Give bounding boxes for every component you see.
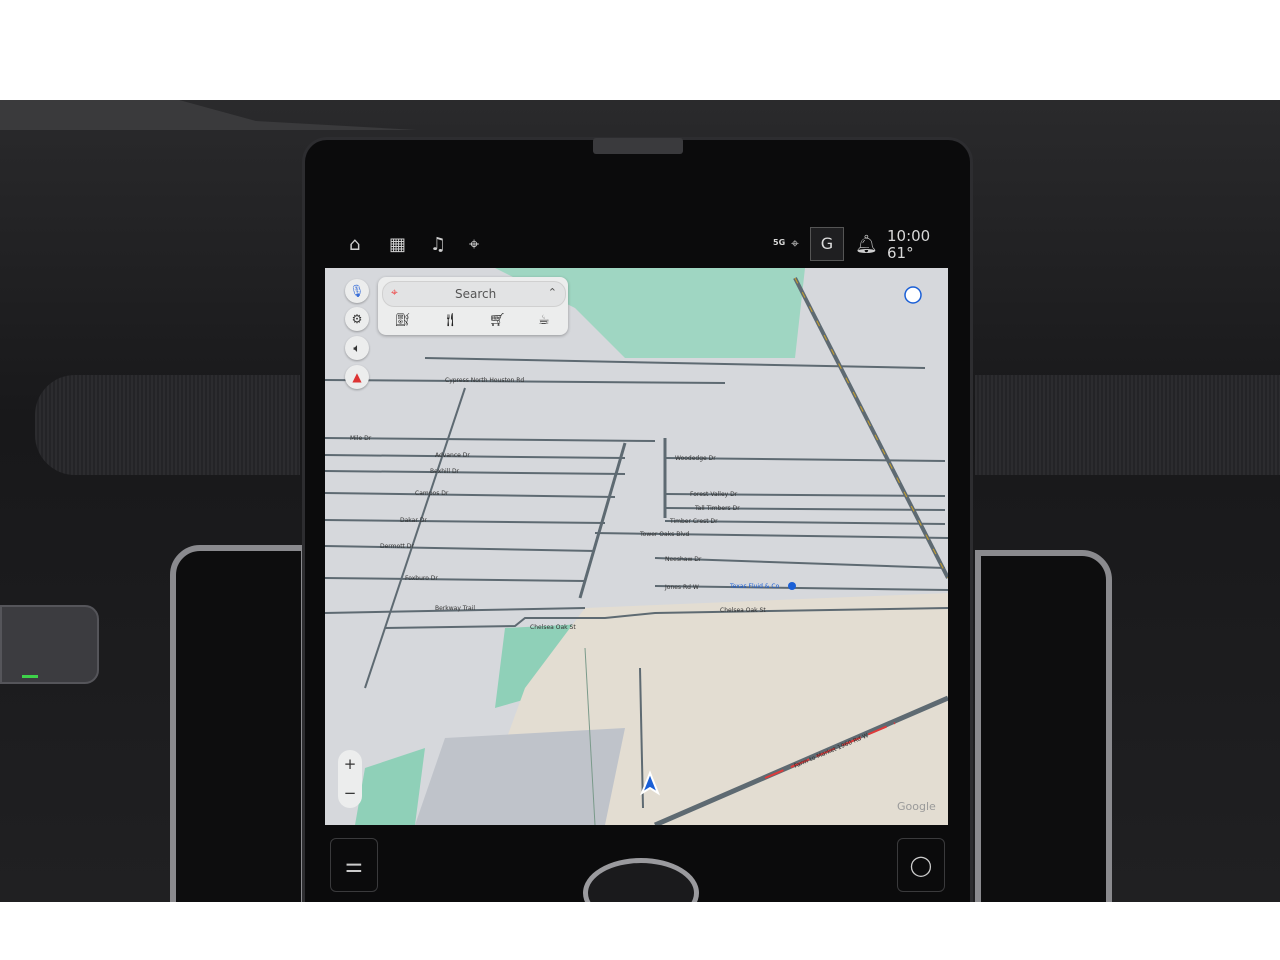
status-bar: ⌂ ▦ ♫ ⌖ 5G ⌖ G 🔔︎ 10:00 61°	[335, 222, 942, 268]
air-vent-left[interactable]	[170, 545, 307, 912]
google-maps-pin-icon: ⌖	[391, 285, 398, 299]
street-label: Advance Dr	[435, 452, 470, 459]
street-label: Tower Oaks Blvd	[639, 531, 690, 538]
microphone-icon[interactable]: 🎙︎	[345, 279, 369, 303]
engine-start-button[interactable]	[0, 605, 99, 684]
street-label: Tall Timbers Dr	[694, 505, 740, 512]
settings-icon[interactable]: ⚙	[345, 307, 369, 331]
home-icon[interactable]: ⌂	[349, 234, 360, 255]
volume-icon[interactable]: 🔈︎	[345, 336, 369, 360]
location-pin-icon[interactable]: ⌖	[469, 234, 479, 255]
google-watermark: Google	[897, 800, 936, 813]
no-parking-icon[interactable]	[904, 286, 922, 304]
gas-station-icon[interactable]: ⛽︎	[394, 313, 411, 328]
street-label: Chelsea Oak St	[720, 607, 766, 614]
apps-grid-icon[interactable]: ▦	[389, 234, 406, 255]
temperature: 61°	[887, 244, 914, 262]
street-label: Bexhill Dr	[430, 468, 460, 475]
collapse-chevron-icon[interactable]: ⌃	[548, 286, 557, 299]
street-label: Foxburo Dr	[405, 575, 438, 582]
search-panel: ⌖ Search ⌃ ⛽︎ 🍴︎ 🛒︎ ☕︎	[378, 277, 568, 335]
network-indicator: 5G	[773, 238, 786, 247]
notification-bell-icon[interactable]: 🔔︎	[855, 234, 878, 255]
street-label: Dermott Dr	[380, 543, 414, 550]
controls-toggle-icon[interactable]: ⚌	[330, 838, 378, 892]
street-label: Timber Crest Dr	[669, 518, 718, 525]
zoom-control: + −	[338, 750, 362, 808]
street-label: Cypress North Houston Rd	[445, 377, 524, 384]
compass-icon[interactable]: ▲	[345, 365, 369, 389]
street-label: Mile Dr	[350, 435, 372, 442]
poi-label[interactable]: Texas Fluid & Co	[729, 583, 780, 590]
background	[0, 902, 1280, 960]
dash-trim-right	[975, 375, 1280, 475]
grocery-icon[interactable]: 🛒︎	[489, 313, 506, 328]
navigation-map[interactable]: Mile Dr Advance Dr Bexhill Dr Campos Dr …	[325, 268, 948, 825]
profile-button[interactable]: G	[810, 227, 844, 261]
music-icon[interactable]: ♫	[430, 234, 446, 255]
time: 10:00	[887, 227, 931, 245]
coffee-icon[interactable]: ☕︎	[538, 313, 550, 328]
dash-trim-left	[35, 375, 300, 475]
bezel-clip	[593, 138, 683, 154]
search-input[interactable]: ⌖ Search ⌃	[382, 281, 566, 307]
poi-marker-icon[interactable]	[788, 582, 796, 590]
location-services-icon: ⌖	[791, 236, 799, 252]
zoom-in-button[interactable]: +	[338, 750, 362, 779]
map-canvas[interactable]: Mile Dr Advance Dr Bexhill Dr Campos Dr …	[325, 268, 948, 825]
street-label: Forest Valley Dr	[690, 491, 738, 498]
start-indicator-led	[22, 675, 38, 678]
zoom-out-button[interactable]: −	[338, 779, 362, 808]
street-label: Woodedge Dr	[675, 455, 716, 462]
street-label: Campos Dr	[415, 490, 449, 497]
park-area	[355, 748, 425, 825]
search-placeholder: Search	[455, 287, 497, 301]
clock: 10:00 61°	[887, 228, 930, 262]
industrial-area	[415, 728, 625, 825]
street-label: Neeshaw Dr	[665, 556, 702, 563]
assistant-ring-icon[interactable]: ◯	[897, 838, 945, 892]
street-label: Berkway Trail	[435, 605, 475, 612]
street-label: Jones Rd W	[664, 584, 699, 591]
air-vent-right[interactable]	[975, 550, 1112, 912]
street-label: Dakar Dr	[400, 517, 427, 524]
street-label: Chelsea Oak St	[530, 624, 576, 631]
restaurant-icon[interactable]: 🍴︎	[442, 313, 459, 328]
